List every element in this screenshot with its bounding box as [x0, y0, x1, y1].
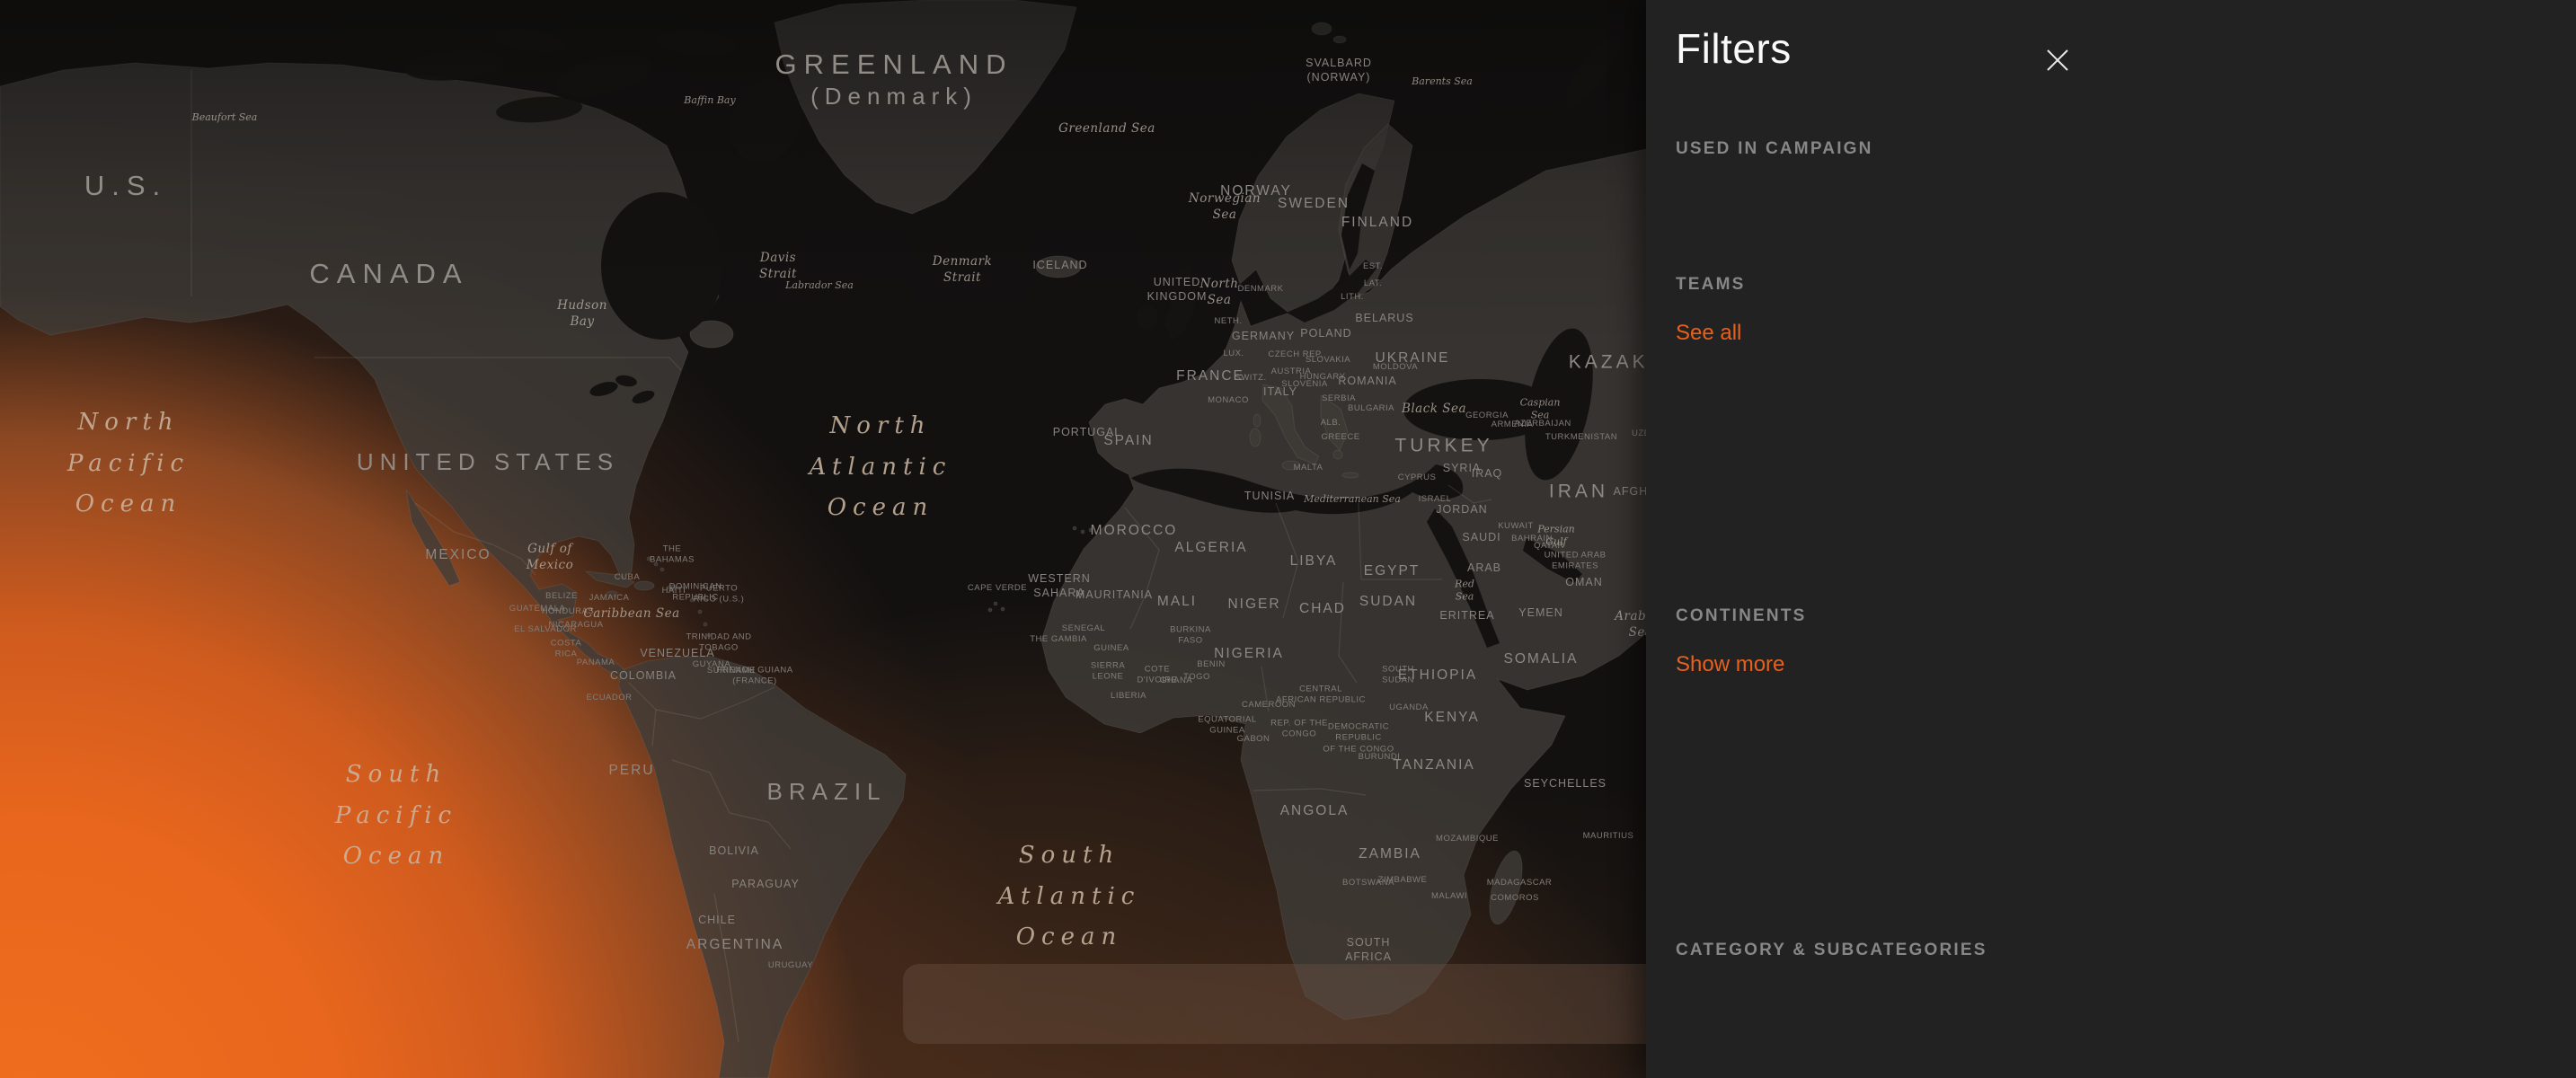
filters-panel: Filters USED IN CAMPAIGN TEAMS See all C… — [1646, 0, 2576, 1078]
panel-title: Filters — [1676, 24, 1792, 73]
section-categories: CATEGORY & SUBCATEGORIES — [1676, 941, 2098, 973]
section-header: USED IN CAMPAIGN — [1676, 139, 2098, 159]
see-all-link[interactable]: See all — [1676, 321, 1741, 346]
section-used-in-campaign: USED IN CAMPAIGN — [1676, 139, 2098, 188]
app-window: North Pacific OceanNorth Atlantic OceanS… — [0, 0, 2576, 1078]
time-legend — [903, 964, 1707, 1044]
close-button[interactable] — [2041, 45, 2074, 77]
section-continents: CONTINENTS Show more — [1676, 606, 2098, 677]
close-icon — [2044, 47, 2071, 74]
section-header: CATEGORY & SUBCATEGORIES — [1676, 941, 2098, 960]
section-header: CONTINENTS — [1676, 606, 2098, 626]
section-teams: TEAMS See all — [1676, 275, 2098, 346]
show-more-link[interactable]: Show more — [1676, 652, 1784, 677]
section-header: TEAMS — [1676, 275, 2098, 295]
